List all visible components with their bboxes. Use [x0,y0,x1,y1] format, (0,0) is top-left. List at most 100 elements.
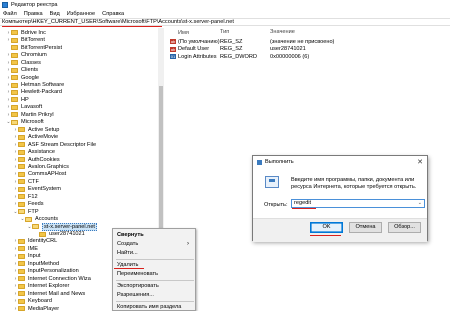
ctx-permissions[interactable]: Разрешения... [117,291,154,299]
tree-item-label: Classes [21,59,41,66]
address-bar[interactable]: Компьютер\HKEY_CURRENT_USER\Software\Mic… [0,18,450,26]
chevron-down-icon[interactable]: ⌄ [418,200,422,208]
run-dialog-title: Выполнить [265,159,294,165]
regedit-app-icon [2,1,8,8]
folder-icon [25,216,32,222]
value-type: REG_SZ [220,46,243,53]
tree-item-label: Feeds [28,201,44,208]
input-annotation-underline [292,208,316,210]
run-program-icon [265,176,279,188]
folder-icon [18,164,25,170]
run-dialog-titlebar: Выполнить [253,156,427,168]
tree-item-label: CommsAPHost [28,171,67,178]
tree-item-label: Internet Explorer [28,283,70,290]
tree-item-label: Google [21,74,40,81]
tree-item-label: Martin Prikryl [21,111,54,118]
ctx-collapse[interactable]: Свернуть [117,231,144,239]
folder-icon [11,119,18,125]
folder-icon [18,238,25,244]
folder-icon [39,231,46,237]
folder-icon [11,60,18,66]
menu-favorites[interactable]: Избранное [67,11,95,17]
tree-item-label: IME [28,245,38,252]
menu-help[interactable]: Справка [102,11,124,17]
tree-item-label: Active Setup [28,126,60,133]
tree-item-label: Internet Mail and News [28,290,86,297]
value-type: REG_SZ [220,38,243,45]
column-type-header[interactable]: Тип [220,29,270,37]
folder-icon [11,97,18,103]
value-name: Default User [178,46,210,53]
folder-icon [11,37,18,43]
tree-item-label: InputPersonalization [28,268,79,275]
tree-scrollbar-thumb[interactable] [159,86,163,236]
ctx-separator [116,301,194,302]
tree-item-label: InputMethod [28,260,60,267]
folder-icon [18,194,25,200]
tree-item-label: Hetman Software [21,82,65,89]
menu-view[interactable]: Вид [50,11,60,17]
open-label: Открыть: [264,202,288,208]
column-name-header[interactable]: Имя [170,29,220,37]
value-row[interactable]: ab (По умолчанию) REG_SZ (значение не при… [170,38,350,46]
open-input[interactable]: regedit ⌄ [291,199,425,208]
tree-item-label: Chromium [21,52,47,59]
folder-icon [11,45,18,51]
ctx-create[interactable]: Создать › [117,240,193,248]
tree-item-label: HP [21,96,29,103]
run-dialog: Выполнить ✕ Введите имя программы, папки… [252,155,428,242]
folder-icon [11,52,18,58]
ctx-rename[interactable]: Переименовать [117,270,158,278]
submenu-arrow-icon: › [187,241,189,247]
tree-item-label: ActiveMovie [28,134,59,141]
tree-item-label: F12 [28,193,38,200]
string-value-icon: ab [170,39,176,45]
ctx-find[interactable]: Найти... [117,249,138,257]
tree-item-label: CTF [28,178,39,185]
folder-icon [11,82,18,88]
folder-icon [18,298,25,304]
tree-item-label: Bdrive Inc [21,29,46,36]
ctx-export[interactable]: Экспортировать [117,282,159,290]
folder-icon [18,171,25,177]
tree-item-label: Assistance [28,149,56,156]
close-icon[interactable]: ✕ [417,158,423,166]
folder-icon [18,142,25,148]
open-input-value: regedit [294,200,312,206]
cancel-button[interactable]: Отмена [349,222,382,233]
tree-item[interactable]: › MediaPlayer [13,305,59,311]
ctx-separator [116,259,194,260]
ctx-create-label: Создать [117,241,139,247]
folder-icon [11,89,18,95]
folder-icon [18,246,25,252]
ctx-copy-key-name[interactable]: Копировать имя раздела [117,303,181,311]
browse-button[interactable]: Обзор... [388,222,421,233]
column-value-header[interactable]: Значение [270,29,350,37]
value-name: (По умолчанию) [178,38,220,45]
folder-icon [18,157,25,163]
folder-icon [18,283,25,289]
menu-file[interactable]: Файл [3,11,17,17]
string-value-icon: ab [170,46,176,52]
tree-item-label: AuthCookies [28,156,60,163]
folder-icon [18,291,25,297]
menu-edit[interactable]: Правка [24,11,43,17]
value-row[interactable]: ab Default User REG_SZ user28741021 [170,46,350,54]
ok-button[interactable]: OK [310,222,343,233]
folder-icon [18,149,25,155]
tree-item-label: Accounts [35,216,59,223]
run-icon [257,159,262,165]
value-row[interactable]: 01 Login Attributes REG_DWORD 0x00000006 … [170,53,350,61]
tree-item-label: Lavasoft [21,104,43,111]
tree-item-label: ASF Stream Descriptor File [28,141,97,148]
folder-icon [11,30,18,36]
value-data: 0x00000006 (6) [270,53,310,60]
folder-icon [18,209,25,215]
folder-icon [18,253,25,259]
title-bar: Редактор реестра [0,0,450,9]
tree-item-label: FTP [28,208,39,215]
context-menu: Свернуть Создать › Найти... Удалить Переи… [112,228,196,311]
folder-icon [18,306,25,311]
tree-item-label: Input [28,253,41,260]
tree-item-label: Keyboard [28,298,52,305]
